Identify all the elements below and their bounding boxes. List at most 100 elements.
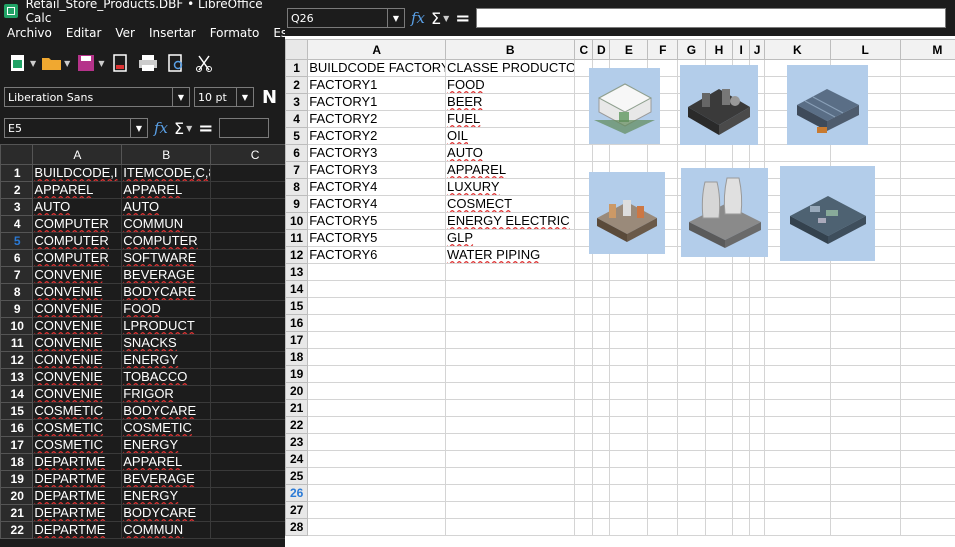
column-header[interactable]: C [574, 39, 594, 60]
cell-b[interactable]: FRIGOR [121, 385, 212, 403]
column-header[interactable]: L [829, 39, 901, 60]
open-dropdown-icon[interactable]: ▼ [64, 59, 70, 68]
factory-electronics-image[interactable] [780, 166, 875, 261]
cell[interactable] [764, 399, 831, 417]
cell[interactable] [574, 348, 594, 366]
factory-power-plant-image[interactable] [681, 168, 768, 257]
row-header[interactable]: 17 [285, 331, 309, 349]
row-header[interactable]: 16 [285, 314, 309, 332]
cell[interactable] [749, 382, 766, 400]
cell-b[interactable]: LUXURY [445, 178, 576, 196]
cell-c[interactable] [210, 351, 285, 369]
cell[interactable] [764, 365, 831, 383]
cell[interactable] [609, 280, 649, 298]
column-header[interactable]: B [121, 144, 212, 165]
cell[interactable] [749, 280, 766, 298]
cell[interactable] [677, 484, 706, 502]
cell[interactable] [609, 518, 649, 536]
cell[interactable] [609, 314, 649, 332]
cell-a[interactable] [307, 314, 447, 332]
formula-icon[interactable]: = [198, 118, 213, 139]
name-box[interactable]: Q26 ▼ [287, 8, 405, 28]
cell[interactable] [647, 433, 679, 451]
cell-a[interactable] [307, 382, 447, 400]
cell[interactable] [609, 263, 649, 281]
cell-b[interactable]: FUEL [445, 110, 576, 128]
cell[interactable] [764, 314, 831, 332]
cell[interactable] [592, 399, 611, 417]
cell-a[interactable]: CONVENIE [32, 300, 123, 318]
row-header[interactable]: 14 [0, 385, 34, 403]
cell-a[interactable]: CONVENIE [32, 283, 123, 301]
cell-a[interactable] [307, 399, 447, 417]
cell[interactable] [704, 501, 734, 519]
row-header[interactable]: 3 [0, 198, 34, 216]
cell[interactable] [732, 365, 751, 383]
cell[interactable] [704, 331, 734, 349]
cell[interactable] [592, 382, 611, 400]
cell-a[interactable] [307, 501, 447, 519]
cell-b[interactable]: COMMUN [121, 215, 212, 233]
row-header[interactable]: 8 [285, 178, 309, 196]
row-header[interactable]: 16 [0, 419, 34, 437]
factory-building-image[interactable] [787, 65, 868, 145]
cell[interactable] [609, 399, 649, 417]
row-header[interactable]: 20 [0, 487, 34, 505]
cell[interactable] [829, 263, 901, 281]
row-header[interactable]: 20 [285, 382, 309, 400]
sum-icon[interactable]: Σ [431, 9, 441, 28]
cell-a[interactable]: FACTORY5 [307, 212, 447, 230]
cell[interactable] [764, 280, 831, 298]
cell-a[interactable] [307, 365, 447, 383]
column-header[interactable]: G [677, 39, 706, 60]
cell-c[interactable] [210, 283, 285, 301]
cell[interactable] [609, 144, 649, 162]
cell[interactable] [764, 518, 831, 536]
cell[interactable] [899, 467, 955, 485]
cell[interactable] [574, 365, 594, 383]
cell[interactable] [609, 467, 649, 485]
cell-a[interactable]: COMPUTER [32, 215, 123, 233]
column-header[interactable]: E [609, 39, 649, 60]
cell-b[interactable]: TOBACCO [121, 368, 212, 386]
cell[interactable] [574, 450, 594, 468]
cell-b[interactable] [445, 314, 576, 332]
cell-b[interactable]: COMMUN [121, 521, 212, 539]
cell-a[interactable]: CONVENIE [32, 351, 123, 369]
cell[interactable] [609, 416, 649, 434]
cell-b[interactable] [445, 501, 576, 519]
cell[interactable] [732, 450, 751, 468]
cell[interactable] [704, 433, 734, 451]
cell[interactable] [732, 382, 751, 400]
cell-b[interactable]: ENERGY ELECTRIC [445, 212, 576, 230]
cell[interactable] [704, 382, 734, 400]
row-header[interactable]: 24 [285, 450, 309, 468]
cell[interactable] [677, 467, 706, 485]
font-size-combo[interactable]: 10 pt ▼ [194, 87, 254, 107]
cell-a[interactable] [307, 297, 447, 315]
cell-c[interactable] [210, 300, 285, 318]
cell[interactable] [749, 144, 766, 162]
cell-b[interactable]: SNACKS [121, 334, 212, 352]
row-header[interactable]: 27 [285, 501, 309, 519]
cell[interactable] [899, 484, 955, 502]
cell[interactable] [732, 348, 751, 366]
cell[interactable] [647, 263, 679, 281]
menu-estilo[interactable]: Estilo [266, 26, 285, 40]
cell[interactable] [764, 416, 831, 434]
print-preview-icon[interactable] [164, 51, 188, 75]
cell-c[interactable] [210, 385, 285, 403]
cell[interactable] [749, 450, 766, 468]
cell[interactable] [829, 314, 901, 332]
cell-b[interactable]: APPAREL [445, 161, 576, 179]
cell[interactable] [677, 518, 706, 536]
cell[interactable] [677, 348, 706, 366]
name-box[interactable]: E5 ▼ [4, 118, 148, 138]
cell[interactable] [647, 484, 679, 502]
cell[interactable] [704, 450, 734, 468]
cell[interactable] [677, 331, 706, 349]
cell[interactable] [592, 518, 611, 536]
cell[interactable] [899, 280, 955, 298]
cell[interactable] [574, 399, 594, 417]
cell-a[interactable]: FACTORY4 [307, 195, 447, 213]
